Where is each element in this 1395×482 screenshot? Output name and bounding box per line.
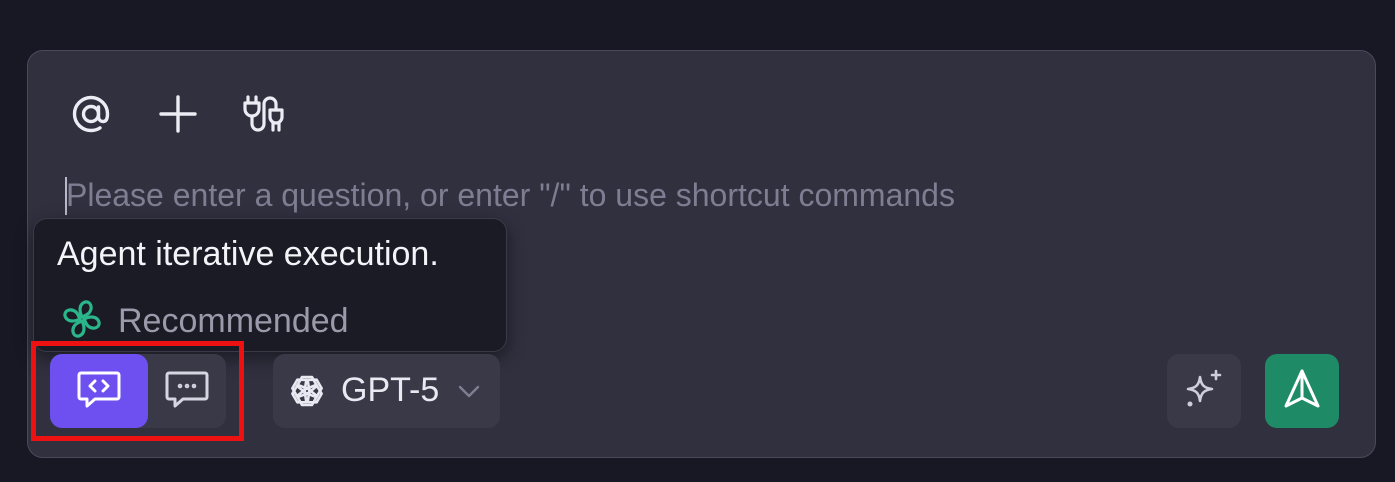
model-select[interactable]: GPT-5 (273, 354, 500, 428)
plug-icon[interactable] (240, 90, 288, 138)
enhance-prompt-button[interactable] (1167, 354, 1241, 428)
plus-icon[interactable] (154, 90, 202, 138)
chevron-down-icon (456, 378, 482, 409)
chat-dots-icon (163, 367, 211, 416)
text-caret (65, 177, 67, 215)
model-name: GPT-5 (341, 371, 440, 409)
send-button[interactable] (1265, 354, 1339, 428)
mode-toggle (50, 354, 226, 428)
agent-mode-button[interactable] (50, 354, 148, 428)
sparkle-flower-icon (58, 295, 106, 348)
tooltip-title: Agent iterative execution. (57, 235, 439, 273)
prompt-input[interactable] (64, 170, 1346, 220)
send-arrow-icon (1278, 365, 1326, 418)
recommended-label: Recommended (118, 302, 349, 340)
mode-tooltip: Agent iterative execution. Recommended (33, 218, 507, 352)
sparkles-icon (1180, 365, 1228, 418)
recommended-badge: Recommended (58, 295, 349, 348)
at-sign-icon[interactable] (67, 90, 115, 138)
code-chat-icon (75, 367, 123, 416)
openai-logo-icon (287, 371, 327, 411)
chat-mode-button[interactable] (148, 354, 226, 428)
page: Agent iterative execution. Recommended (0, 0, 1395, 482)
